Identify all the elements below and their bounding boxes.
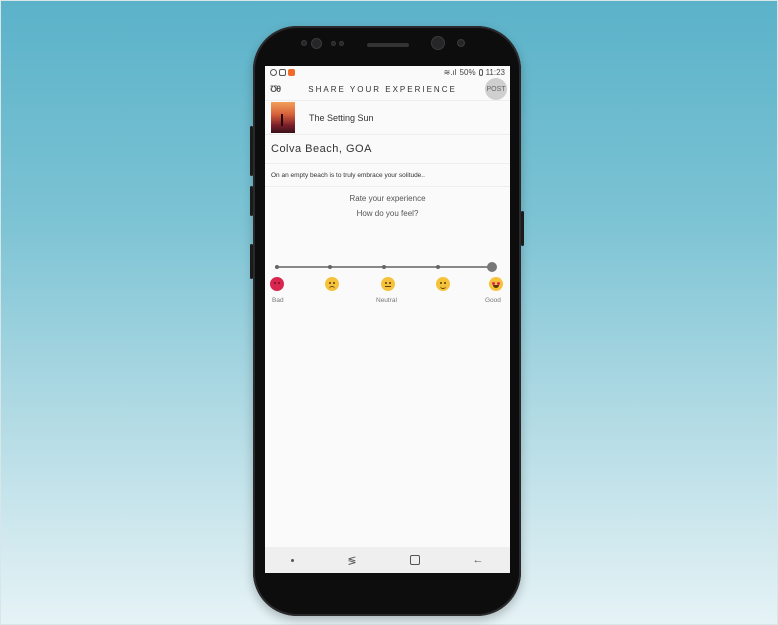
caption-text: On an empty beach is to truly embrace yo…: [271, 171, 425, 179]
status-bar: ≋.ıl 50% 11:23: [265, 66, 510, 78]
slider-tick: [328, 265, 332, 269]
rate-heading: Rate your experience: [349, 194, 426, 203]
battery-icon: [478, 68, 483, 76]
phone-side-button-left-3: [250, 244, 253, 279]
front-sensor-dot: [331, 41, 336, 46]
iris-scanner: [431, 36, 445, 50]
phone-device: ≋.ıl 50% 11:23 Ʊθ SHARE YOUR EXPERIENCE …: [250, 26, 524, 616]
rating-label-good: Good: [485, 297, 501, 304]
page-title: SHARE YOUR EXPERIENCE: [308, 84, 457, 94]
caption-row[interactable]: On an empty beach is to truly embrace yo…: [265, 164, 510, 187]
wifi-signal-icon: ≋.ıl: [443, 67, 457, 77]
slider-tick: [382, 265, 386, 269]
phone-side-button-left-1: [250, 126, 253, 176]
heart-eyes-emoji-icon[interactable]: [489, 277, 503, 291]
nav-dot-icon[interactable]: [291, 558, 295, 562]
status-icons-left: [270, 68, 295, 76]
post-button[interactable]: POST: [484, 78, 507, 100]
phone-side-button-right: [521, 211, 524, 246]
angry-emoji-icon[interactable]: [270, 277, 284, 291]
app-header: Ʊθ SHARE YOUR EXPERIENCE POST: [265, 78, 510, 101]
rating-slider[interactable]: [275, 262, 497, 272]
proximity-sensor: [457, 39, 465, 47]
phone-screen: ≋.ıl 50% 11:23 Ʊθ SHARE YOUR EXPERIENCE …: [265, 66, 510, 573]
smile-emoji-icon[interactable]: [436, 277, 450, 291]
front-sensor-dot: [301, 40, 307, 46]
phone-side-button-left-2: [250, 186, 253, 216]
slider-tick: [275, 265, 279, 269]
location-row[interactable]: Colva Beach, GOA: [265, 135, 510, 164]
home-button-icon[interactable]: [409, 555, 420, 565]
slider-handle[interactable]: [487, 262, 497, 272]
rating-label-bad: Bad: [272, 297, 284, 304]
notification-icon: [288, 68, 295, 76]
slider-tick: [436, 265, 440, 269]
back-button-icon[interactable]: ←: [473, 554, 484, 566]
clock: 11:23: [485, 67, 505, 77]
app-logo-icon[interactable]: Ʊθ: [270, 84, 281, 94]
rating-label-neutral: Neutral: [376, 297, 397, 304]
rate-question: How do you feel?: [356, 209, 419, 218]
place-thumbnail: [271, 102, 295, 133]
battery-level: 50%: [459, 67, 476, 77]
emoji-scale: Bad Neutral Good: [268, 277, 507, 317]
front-sensor-dot: [339, 41, 344, 46]
whatsapp-icon: [270, 68, 277, 76]
sad-emoji-icon[interactable]: [325, 277, 339, 291]
neutral-emoji-icon[interactable]: [381, 277, 395, 291]
place-name: The Setting Sun: [309, 112, 374, 123]
status-icons-right: ≋.ıl 50% 11:23: [444, 68, 505, 77]
location-name: Colva Beach, GOA: [271, 143, 372, 155]
place-row[interactable]: The Setting Sun: [265, 101, 510, 135]
recent-apps-icon[interactable]: ≶: [347, 554, 356, 567]
android-nav-bar: ≶ ←: [265, 547, 510, 573]
earpiece-speaker: [367, 43, 409, 47]
gallery-icon: [279, 68, 286, 76]
front-camera: [311, 38, 322, 49]
